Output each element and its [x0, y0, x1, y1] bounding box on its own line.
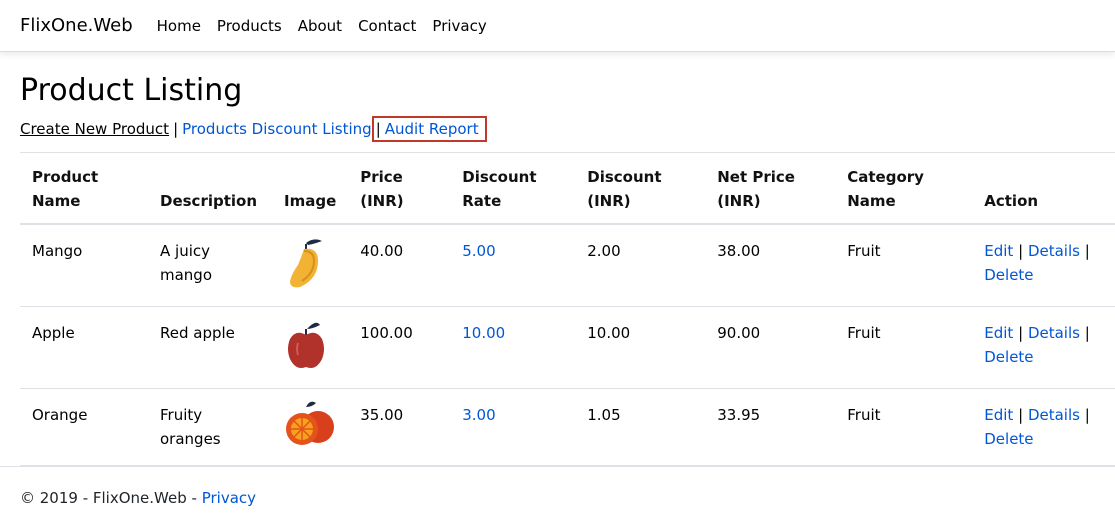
footer: © 2019 - FlixOne.Web - Privacy — [0, 466, 1115, 529]
action-separator: | — [1084, 242, 1090, 260]
action-separator: | — [1018, 242, 1024, 260]
apple-icon — [284, 322, 330, 377]
main-container: Product Listing Create New Product | Pro… — [0, 73, 1115, 466]
page-links: Create New Product | Products Discount L… — [20, 114, 1095, 144]
cell-image — [272, 306, 349, 389]
cell-discount-rate[interactable]: 5.00 — [450, 224, 576, 307]
audit-report-link[interactable]: Audit Report — [385, 120, 479, 138]
table-row: Mango A juicy mango 40.00 5.00 2.00 38.0… — [20, 224, 1115, 307]
cell-description: Red apple — [148, 306, 272, 389]
cell-price: 100.00 — [348, 306, 451, 389]
cell-discount: 10.00 — [575, 306, 706, 389]
action-separator: | — [1084, 324, 1090, 342]
nav-contact[interactable]: Contact — [358, 17, 416, 35]
header-category-name: Category Name — [835, 152, 973, 225]
product-table: Product Name Description Image Price (INR)… — [20, 152, 1115, 466]
cell-action: Edit | Details | Delete — [972, 306, 1115, 389]
cell-description: A juicy mango — [148, 224, 272, 307]
edit-link[interactable]: Edit — [984, 324, 1013, 342]
brand-logo[interactable]: FlixOne.Web — [20, 15, 133, 36]
navbar: FlixOne.Web Home Products About Contact … — [0, 0, 1115, 52]
cell-image — [272, 388, 349, 466]
cell-product-name: Apple — [20, 306, 148, 389]
delete-link[interactable]: Delete — [984, 266, 1033, 284]
cell-discount: 2.00 — [575, 224, 706, 307]
table-header-row: Product Name Description Image Price (INR)… — [20, 152, 1115, 225]
cell-image — [272, 224, 349, 307]
header-price: Price (INR) — [348, 152, 451, 225]
header-discount: Discount (INR) — [575, 152, 706, 225]
action-separator: | — [1084, 406, 1090, 424]
cell-net-price: 90.00 — [705, 306, 836, 389]
cell-discount: 1.05 — [575, 388, 706, 466]
header-discount-rate: Discount Rate — [450, 152, 576, 225]
edit-link[interactable]: Edit — [984, 242, 1013, 260]
cell-action: Edit | Details | Delete — [972, 224, 1115, 307]
cell-discount-rate[interactable]: 3.00 — [450, 388, 576, 466]
audit-report-highlight: | Audit Report — [371, 116, 487, 142]
cell-price: 35.00 — [348, 388, 451, 466]
cell-category: Fruit — [835, 306, 973, 389]
details-link[interactable]: Details — [1028, 242, 1080, 260]
cell-price: 40.00 — [348, 224, 451, 307]
cell-net-price: 38.00 — [705, 224, 836, 307]
delete-link[interactable]: Delete — [984, 348, 1033, 366]
cell-product-name: Mango — [20, 224, 148, 307]
products-discount-listing-link[interactable]: Products Discount Listing — [182, 120, 372, 138]
edit-link[interactable]: Edit — [984, 406, 1013, 424]
orange-icon — [284, 401, 336, 453]
details-link[interactable]: Details — [1028, 324, 1080, 342]
page-title: Product Listing — [20, 73, 243, 108]
nav-home[interactable]: Home — [157, 17, 201, 35]
cell-net-price: 33.95 — [705, 388, 836, 466]
delete-link[interactable]: Delete — [984, 430, 1033, 448]
link-separator: | — [173, 120, 179, 138]
header-image: Image — [272, 152, 349, 225]
cell-category: Fruit — [835, 224, 973, 307]
cell-category: Fruit — [835, 388, 973, 466]
footer-privacy-link[interactable]: Privacy — [202, 489, 256, 507]
nav-privacy[interactable]: Privacy — [432, 17, 486, 35]
footer-text: © 2019 - FlixOne.Web - — [20, 489, 197, 507]
mango-icon — [284, 239, 330, 295]
header-net-price: Net Price (INR) — [705, 152, 836, 225]
nav-about[interactable]: About — [298, 17, 342, 35]
table-row: Apple Red apple 100.00 10.00 10.00 90.00… — [20, 306, 1115, 389]
cell-action: Edit | Details | Delete — [972, 388, 1115, 466]
header-product-name: Product Name — [20, 152, 148, 225]
header-description: Description — [148, 152, 272, 225]
header-action: Action — [972, 152, 1115, 225]
cell-description: Fruity oranges — [148, 388, 272, 466]
nav-products[interactable]: Products — [217, 17, 282, 35]
action-separator: | — [1018, 406, 1024, 424]
action-separator: | — [1018, 324, 1024, 342]
create-new-product-link[interactable]: Create New Product — [20, 120, 169, 138]
link-separator: | — [375, 120, 381, 138]
cell-product-name: Orange — [20, 388, 148, 466]
details-link[interactable]: Details — [1028, 406, 1080, 424]
table-row: Orange Fruity oranges 35.00 3.00 1.05 33… — [20, 388, 1115, 466]
cell-discount-rate[interactable]: 10.00 — [450, 306, 576, 389]
